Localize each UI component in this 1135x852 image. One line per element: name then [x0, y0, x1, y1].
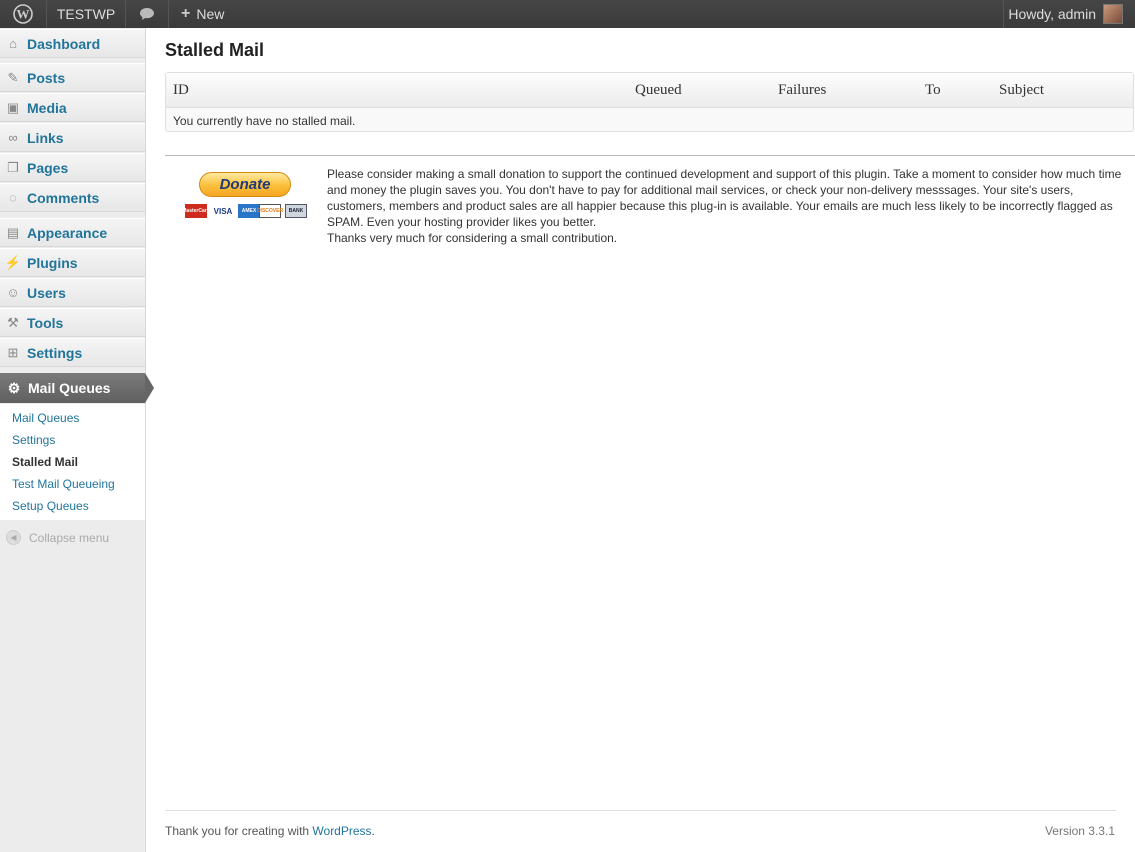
pin-icon: ✎ — [7, 69, 19, 85]
menu-label: Pages — [27, 159, 69, 176]
plugin-icon: ⚡ — [4, 254, 22, 270]
settings-icon: ⊞ — [7, 344, 19, 360]
submenu-mail-queues[interactable]: Mail Queues — [12, 411, 79, 425]
media-icon: ▣ — [6, 99, 20, 115]
submenu-settings[interactable]: Settings — [12, 433, 55, 447]
svg-text:W: W — [17, 7, 30, 22]
discover-icon: DISCOVER — [257, 204, 283, 218]
account-menu[interactable]: Howdy, admin — [992, 0, 1135, 28]
collapse-arrow-icon: ◀ — [6, 530, 21, 545]
link-icon: ∞ — [8, 130, 18, 145]
collapse-menu-button[interactable]: ◀ Collapse menu — [6, 530, 109, 545]
donation-paragraph: Please consider making a small donation … — [327, 167, 1122, 229]
page-title: Stalled Mail — [165, 40, 265, 60]
footer-credit: Thank you for creating with WordPress. — [165, 824, 375, 838]
admin-bar: W TESTWP + New Howdy, admin — [0, 0, 1135, 28]
menu-links[interactable]: ∞ Links — [0, 123, 145, 152]
table-empty-message: You currently have no stalled mail. — [173, 114, 356, 128]
table-header: ID Queued Failures To Subject — [166, 73, 1133, 108]
pages-icon: ❐ — [7, 159, 19, 175]
new-content-menu[interactable]: + New — [169, 0, 251, 28]
menu-settings[interactable]: ⊞ Settings — [0, 338, 145, 367]
collapse-label: Collapse menu — [29, 530, 110, 545]
menu-label: Posts — [27, 69, 66, 86]
menu-pages[interactable]: ❐ Pages — [0, 153, 145, 182]
avatar — [1103, 4, 1123, 24]
menu-label: Comments — [27, 189, 100, 206]
menu-label: Settings — [27, 344, 83, 361]
submenu-setup-queues[interactable]: Setup Queues — [12, 499, 89, 513]
appearance-icon: ▤ — [6, 224, 20, 240]
menu-posts[interactable]: ✎ Posts — [0, 63, 145, 92]
current-menu-arrow — [145, 373, 154, 403]
new-label: New — [196, 6, 225, 22]
column-to[interactable]: To — [925, 82, 941, 99]
menu-plugins[interactable]: ⚡ Plugins — [0, 248, 145, 277]
bank-icon: BANK — [285, 204, 307, 218]
column-subject[interactable]: Subject — [999, 82, 1044, 99]
menu-appearance[interactable]: ▤ Appearance — [0, 218, 145, 247]
submenu-test-mail-queueing[interactable]: Test Mail Queueing — [12, 477, 115, 491]
donation-message: Please consider making a small donation … — [327, 166, 1129, 246]
menu-media[interactable]: ▣ Media — [0, 93, 145, 122]
submenu: Mail Queues Settings Stalled Mail Test M… — [0, 404, 145, 520]
plus-icon: + — [181, 5, 191, 22]
comment-icon: ◌ — [9, 190, 17, 205]
donate-button[interactable]: Donate — [199, 172, 291, 197]
stalled-mail-table: ID Queued Failures To Subject You curren… — [165, 72, 1134, 132]
users-icon: ☺ — [6, 285, 20, 300]
submenu-stalled-mail[interactable]: Stalled Mail — [12, 455, 78, 469]
menu-dashboard[interactable]: ⌂ Dashboard — [0, 29, 145, 58]
menu-label: Users — [27, 284, 66, 301]
mastercard-icon: MasterCard — [182, 204, 210, 218]
column-id[interactable]: ID — [173, 82, 189, 99]
menu-users[interactable]: ☺ Users — [0, 278, 145, 307]
wordpress-logo-icon[interactable]: W — [0, 0, 46, 28]
donate-widget: Donate MasterCard VISA AMEX DISCOVER BAN… — [182, 171, 308, 221]
menu-label: Plugins — [27, 254, 78, 271]
menu-comments[interactable]: ◌ Comments — [0, 183, 145, 212]
column-queued[interactable]: Queued — [635, 82, 682, 99]
tools-icon: ⚒ — [7, 314, 19, 330]
admin-menu: ⌂ Dashboard ✎ Posts ▣ Media ∞ Links ❐ Pa… — [0, 28, 154, 852]
wordpress-link[interactable]: WordPress — [312, 824, 371, 838]
column-failures[interactable]: Failures — [778, 82, 826, 99]
divider — [165, 155, 1135, 156]
menu-label: Mail Queues — [28, 380, 111, 396]
menu-label: Media — [27, 99, 67, 116]
footer-period: . — [371, 824, 375, 838]
donation-thanks: Thanks very much for considering a small… — [327, 231, 618, 245]
howdy-label: Howdy, admin — [1008, 6, 1096, 22]
visa-icon: VISA — [212, 204, 234, 218]
menu-tools[interactable]: ⚒ Tools — [0, 308, 145, 337]
menu-mail-queues[interactable]: ⚙ Mail Queues — [0, 373, 145, 403]
site-name-link[interactable]: TESTWP — [47, 0, 125, 28]
version-label: Version 3.3.1 — [1044, 824, 1115, 838]
footer-thanks: Thank you for creating with — [165, 824, 313, 838]
footer-divider — [165, 810, 1116, 811]
gear-icon: ⚙ — [7, 379, 21, 396]
menu-label: Dashboard — [27, 35, 101, 52]
menu-label: Links — [27, 129, 64, 146]
menu-label: Appearance — [27, 224, 108, 241]
menu-label: Tools — [27, 314, 64, 331]
dashboard-icon: ⌂ — [9, 36, 17, 51]
comment-bubble-icon[interactable] — [126, 0, 168, 28]
